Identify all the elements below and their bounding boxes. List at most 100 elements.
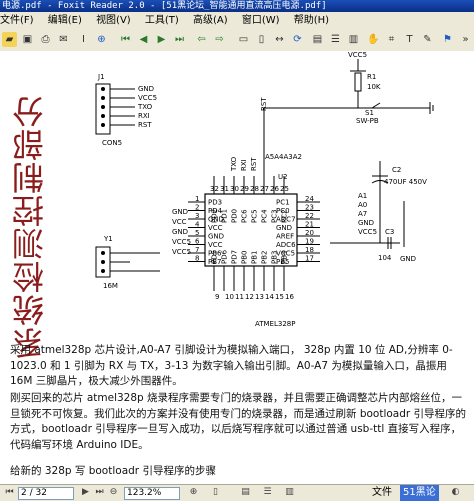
open-icon[interactable]: ▰	[2, 32, 17, 47]
s1-name: SW-PB	[356, 117, 379, 125]
back-icon[interactable]: ⇦	[194, 32, 209, 47]
chip-right-pin-number: 17	[305, 255, 314, 263]
facing-icon[interactable]: ▥	[346, 32, 361, 47]
chip-top-pin: PC6	[241, 209, 249, 223]
s1-ref: S1	[365, 109, 374, 117]
vcc5-label: VCC5	[348, 51, 367, 59]
chip-bottom-pin-number: 11	[235, 293, 244, 301]
zoom-in-icon[interactable]: ⊕	[188, 487, 199, 498]
select-text-icon[interactable]: I	[76, 32, 91, 47]
last-page-icon[interactable]: ⏭	[172, 32, 187, 47]
next-page-icon[interactable]: ▶	[80, 487, 91, 498]
bookmark-icon[interactable]: ⚑	[440, 32, 455, 47]
paragraph-1: 采用 atmel328p 芯片设计,A0-A7 引脚设计为模拟输入端口， 328…	[10, 344, 453, 387]
chip-right-pin: AREF	[276, 233, 294, 241]
single-page-icon[interactable]: ▤	[310, 32, 325, 47]
chip-right-net: A1	[358, 192, 367, 200]
chip-bottom-pin-number: 9	[215, 293, 219, 301]
facing-icon[interactable]: ▥	[284, 487, 295, 498]
chip-top-pin: PC5	[251, 209, 259, 223]
menu-file[interactable]: 文件(F)	[0, 15, 34, 26]
fit-width-icon[interactable]: ↔	[272, 32, 287, 47]
actual-size-icon[interactable]: ▭	[236, 32, 251, 47]
chip-right-pin-number: 24	[305, 195, 314, 203]
chip-right-net: A0	[358, 201, 367, 209]
more-icon[interactable]: »	[458, 32, 473, 47]
menu-edit[interactable]: 编辑(E)	[48, 15, 82, 26]
save-icon[interactable]: ▣	[20, 32, 35, 47]
y1-name: 16M	[103, 282, 118, 290]
last-page-icon[interactable]: ⏭	[94, 487, 105, 498]
single-page-icon[interactable]: ▤	[240, 487, 251, 498]
chip-left-pin-number: 8	[195, 255, 199, 263]
first-page-icon[interactable]: ⏮	[4, 487, 15, 498]
zoom-field[interactable]: 123.2%	[124, 487, 180, 500]
continuous-icon[interactable]: ☰	[328, 32, 343, 47]
r1-value: 10K	[367, 83, 381, 91]
rotate-icon[interactable]: ⟳	[290, 32, 305, 47]
chip-top-pin: PD0	[231, 209, 239, 223]
chip-top-pin: PC4	[261, 209, 269, 223]
menu-window[interactable]: 窗口(W)	[242, 15, 280, 26]
chip-left-pin-number: 2	[195, 204, 199, 212]
status-bar: ⏮ 2 / 32 ▶ ⏭ ⊖ 123.2% ⊕ ▯ ▤ ☰ ▥ 文件 51黑论 …	[0, 484, 474, 501]
taskbar-item[interactable]: 51黑论	[400, 485, 439, 501]
note-icon[interactable]: ✎	[420, 32, 435, 47]
prev-page-icon[interactable]: ◀	[136, 32, 151, 47]
con5-pin-label: GND	[138, 85, 154, 93]
task-label: 文件	[372, 487, 392, 498]
chip-left-pin: VCC	[208, 224, 223, 232]
zoom-in-icon[interactable]: ⊕	[94, 32, 109, 47]
chip-ref: U2	[278, 173, 288, 181]
con5-pin-label: RST	[138, 121, 152, 129]
chip-bottom-pin: PD5	[211, 250, 219, 264]
chip-left-net: VCC5	[172, 238, 191, 246]
page-number-field[interactable]: 2 / 32	[18, 487, 74, 500]
hand-tool-icon[interactable]: ✋	[366, 32, 381, 47]
chip-left-pin-number: 4	[195, 221, 200, 229]
window-title: 电源.pdf - Foxit Reader 2.0 - [51黑论坛_智能通用直…	[0, 0, 474, 12]
continuous-icon[interactable]: ☰	[262, 487, 273, 498]
tray-icon: ◐	[451, 487, 460, 497]
chip-bottom-pin: PD6	[221, 249, 229, 264]
con5-ref: J1	[97, 73, 105, 81]
document-page: 系统检测控制部分 J1 GND VCC5 TXO RXI RST CON5 Y1 16M…	[0, 51, 474, 484]
top-bus-label: A5A4A3A2	[265, 153, 302, 161]
chip-right-pin: GND	[276, 224, 292, 232]
text-tool-icon[interactable]: T	[402, 32, 417, 47]
menu-tools[interactable]: 工具(T)	[145, 15, 179, 26]
email-icon[interactable]: ✉	[56, 32, 71, 47]
next-page-icon[interactable]: ▶	[154, 32, 169, 47]
chip-top-net: RST	[250, 157, 258, 171]
chip-bottom-pin: PB1	[251, 251, 259, 264]
fit-page-icon[interactable]: ▯	[210, 487, 221, 498]
chip-right-net: GND	[358, 219, 374, 227]
zoom-out-icon[interactable]: ⊖	[108, 487, 119, 498]
chip-bottom-pin-number: 14	[265, 293, 274, 301]
chip-left-pin: VCC	[208, 241, 223, 249]
menu-help[interactable]: 帮助(H)	[294, 15, 329, 26]
menu-advanced[interactable]: 高级(A)	[193, 15, 228, 26]
chip-bottom-pin: PB0	[241, 251, 249, 264]
chip-top-pin: PD1	[221, 209, 229, 223]
reset-network: VCC5 R1 10K S1 SW-PB RST	[260, 51, 434, 191]
chip-right-pin-number: 20	[305, 229, 314, 237]
snapshot-icon[interactable]: ⌗	[384, 32, 399, 47]
chip-bottom-pin: PB4	[281, 250, 289, 264]
crystal-y1: Y1 16M	[95, 235, 160, 290]
chip-bottom-pin-number: 12	[245, 293, 254, 301]
c2-ref: C2	[392, 166, 401, 174]
c3-ref: C3	[385, 228, 394, 236]
first-page-icon[interactable]: ⏮	[118, 32, 133, 47]
menu-view[interactable]: 视图(V)	[96, 15, 131, 26]
chip-top-pin-number: 26	[270, 185, 279, 193]
chip-left-pin-number: 7	[195, 246, 199, 254]
chip-right-pin: ADC6	[276, 241, 296, 249]
c3-value: 104	[378, 254, 392, 262]
con5-pin-label: RXI	[138, 112, 150, 120]
forward-icon[interactable]: ⇨	[212, 32, 227, 47]
print-icon[interactable]: ⎙	[38, 32, 53, 47]
chip-top-pin-number: 29	[240, 185, 249, 193]
chip-left-net: VCC	[172, 218, 187, 226]
fit-page-icon[interactable]: ▯	[254, 32, 269, 47]
